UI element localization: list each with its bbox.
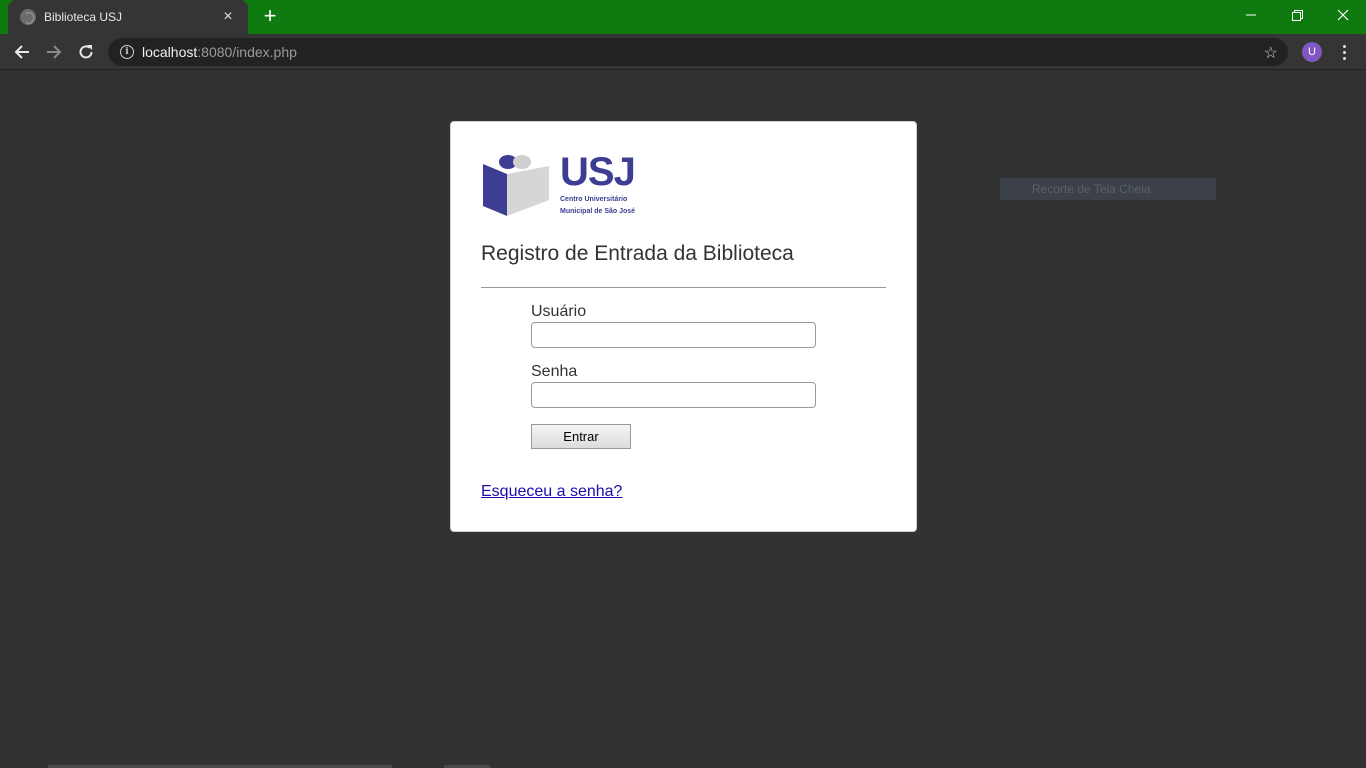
forward-arrow-icon[interactable] bbox=[40, 38, 68, 66]
url-path: :8080/index.php bbox=[197, 44, 297, 60]
browser-toolbar: i localhost :8080/index.php ☆ U bbox=[0, 34, 1366, 70]
browser-tab[interactable]: Biblioteca USJ × bbox=[8, 0, 248, 34]
back-arrow-icon[interactable] bbox=[8, 38, 36, 66]
reload-icon[interactable] bbox=[72, 38, 100, 66]
tab-title: Biblioteca USJ bbox=[44, 10, 123, 24]
password-field[interactable] bbox=[531, 382, 816, 408]
address-bar[interactable]: i localhost :8080/index.php ☆ bbox=[108, 38, 1288, 66]
star-icon[interactable]: ☆ bbox=[1264, 43, 1278, 63]
globe-icon bbox=[20, 9, 36, 25]
minimize-icon[interactable] bbox=[1228, 0, 1274, 30]
forgot-password-link[interactable]: Esqueceu a senha? bbox=[481, 483, 622, 501]
logo-subtitle-2: Municipal de São José bbox=[560, 208, 636, 215]
snip-overlay-label[interactable]: Recorte de Tela Cheia bbox=[1000, 178, 1216, 200]
usj-logo-mark bbox=[483, 154, 555, 216]
avatar[interactable]: U bbox=[1302, 42, 1322, 62]
logo-subtitle-1: Centro Universitário bbox=[560, 196, 628, 203]
url-host: localhost bbox=[142, 44, 198, 60]
username-label: Usuário bbox=[531, 303, 587, 320]
plus-icon[interactable]: + bbox=[258, 5, 282, 29]
username-field[interactable] bbox=[531, 322, 816, 348]
kebab-menu-icon[interactable] bbox=[1334, 39, 1354, 65]
logo-title: USJ bbox=[560, 150, 636, 194]
tab-strip: Biblioteca USJ × + bbox=[0, 0, 1366, 34]
login-button[interactable]: Entrar bbox=[531, 424, 631, 449]
page-title: Registro de Entrada da Biblioteca bbox=[481, 242, 794, 265]
close-icon[interactable]: × bbox=[220, 8, 236, 26]
password-label: Senha bbox=[531, 363, 578, 380]
info-icon[interactable]: i bbox=[120, 45, 134, 59]
window-close-icon[interactable] bbox=[1320, 0, 1366, 30]
divider bbox=[481, 287, 886, 288]
usj-logo: USJ Centro Universitário Municipal de Sã… bbox=[481, 152, 641, 216]
login-card: USJ Centro Universitário Municipal de Sã… bbox=[450, 121, 917, 532]
restore-icon[interactable] bbox=[1274, 0, 1320, 30]
